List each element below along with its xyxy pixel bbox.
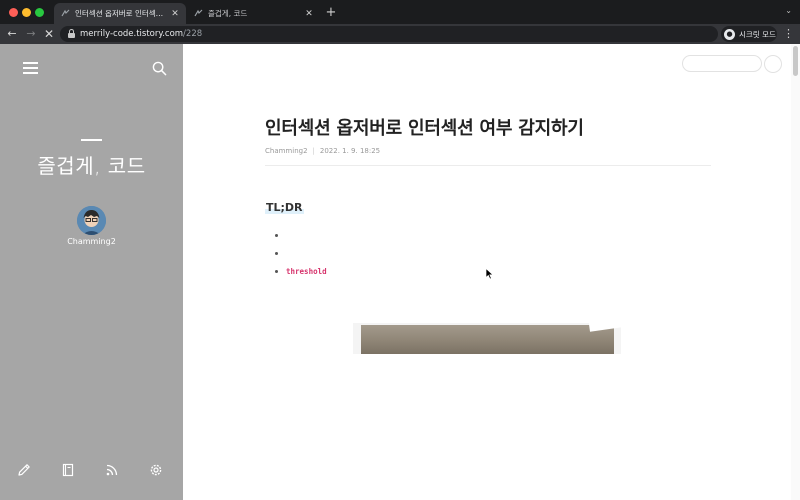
close-tab-icon[interactable]: ✕ — [304, 9, 314, 19]
lock-icon[interactable] — [68, 29, 75, 38]
address-bar[interactable]: merrily-code.tistory.com/228 ☆ — [60, 26, 771, 42]
post-image-photo — [361, 325, 614, 354]
title-divider — [81, 139, 102, 141]
close-window-button[interactable] — [9, 8, 18, 17]
browser-window-chrome: 인터섹션 옵저버로 인터섹션 여부 감지하기 ✕ 즐겁게, 코드 ✕ + ⌄ ←… — [0, 0, 800, 44]
tab-title: 인터섹션 옵저버로 인터섹션 여부 감지하기 — [75, 9, 166, 18]
forward-button[interactable]: → — [24, 27, 38, 41]
incognito-icon: ● — [724, 28, 735, 40]
avatar[interactable] — [77, 206, 106, 235]
book-icon[interactable] — [60, 462, 76, 478]
incognito-profile-button[interactable]: ● 시크릿 모드 — [721, 26, 777, 42]
tab-inactive[interactable]: 즐겁게, 코드 ✕ — [187, 3, 320, 24]
header-circle-button[interactable] — [764, 55, 782, 73]
minimize-window-button[interactable] — [22, 8, 31, 17]
owner-name: Chamming2 — [67, 237, 116, 246]
post-meta: Chamming2 | 2022. 1. 9. 18:25 — [265, 147, 380, 155]
scrollbar[interactable] — [791, 44, 800, 500]
url-text[interactable]: merrily-code.tistory.com/228 — [80, 28, 202, 40]
post-date: 2022. 1. 9. 18:25 — [319, 147, 381, 155]
tab-search-chevron-icon[interactable]: ⌄ — [785, 6, 792, 15]
page-title: 인터섹션 옵저버로 인터섹션 여부 감지하기 — [265, 118, 584, 139]
tistory-favicon-icon — [60, 9, 70, 19]
new-tab-button[interactable]: + — [323, 5, 339, 21]
scroll-thumb[interactable] — [793, 46, 798, 76]
tab-title: 즐겁게, 코드 — [208, 9, 248, 18]
stop-loading-button[interactable]: ✕ — [42, 27, 56, 41]
mouse-cursor-icon — [485, 268, 494, 280]
back-button[interactable]: ← — [5, 27, 19, 41]
meta-separator: | — [312, 147, 315, 155]
rss-icon[interactable] — [104, 462, 120, 478]
section-heading: TL;DR — [266, 201, 303, 214]
tab-strip: 인터섹션 옵저버로 인터섹션 여부 감지하기 ✕ 즐겁게, 코드 ✕ + ⌄ — [0, 0, 800, 24]
tistory-favicon-icon — [193, 9, 203, 19]
url-path: /228 — [183, 29, 203, 39]
tab-active[interactable]: 인터섹션 옵저버로 인터섹션 여부 감지하기 ✕ — [54, 3, 186, 24]
maximize-window-button[interactable] — [35, 8, 44, 17]
browser-toolbar: ← → ✕ merrily-code.tistory.com/228 ☆ ● 시… — [0, 24, 800, 44]
url-host: merrily-code.tistory.com — [80, 29, 184, 39]
menu-icon[interactable] — [23, 62, 38, 74]
post-author[interactable]: Chamming2 — [265, 147, 308, 155]
browser-menu-icon[interactable]: ⋮ — [783, 27, 794, 41]
post-image — [353, 323, 621, 354]
meta-divider — [265, 165, 711, 166]
search-icon[interactable] — [152, 61, 167, 76]
blog-sidebar: 즐겁게, 코드 Chamming2 — [0, 44, 183, 500]
pencil-icon[interactable] — [16, 462, 32, 478]
close-tab-icon[interactable]: ✕ — [170, 9, 180, 19]
profile-label: 시크릿 모드 — [739, 29, 776, 39]
header-pill-button[interactable] — [682, 55, 762, 72]
inline-code-threshold: threshold — [286, 267, 327, 276]
blog-title[interactable]: 즐겁게, 코드 — [0, 150, 183, 179]
web-page: 즐겁게, 코드 Chamming2 인터섹션 옵저버로 인터섹션 여부 감지하기… — [0, 44, 800, 500]
gear-icon[interactable] — [148, 462, 164, 478]
